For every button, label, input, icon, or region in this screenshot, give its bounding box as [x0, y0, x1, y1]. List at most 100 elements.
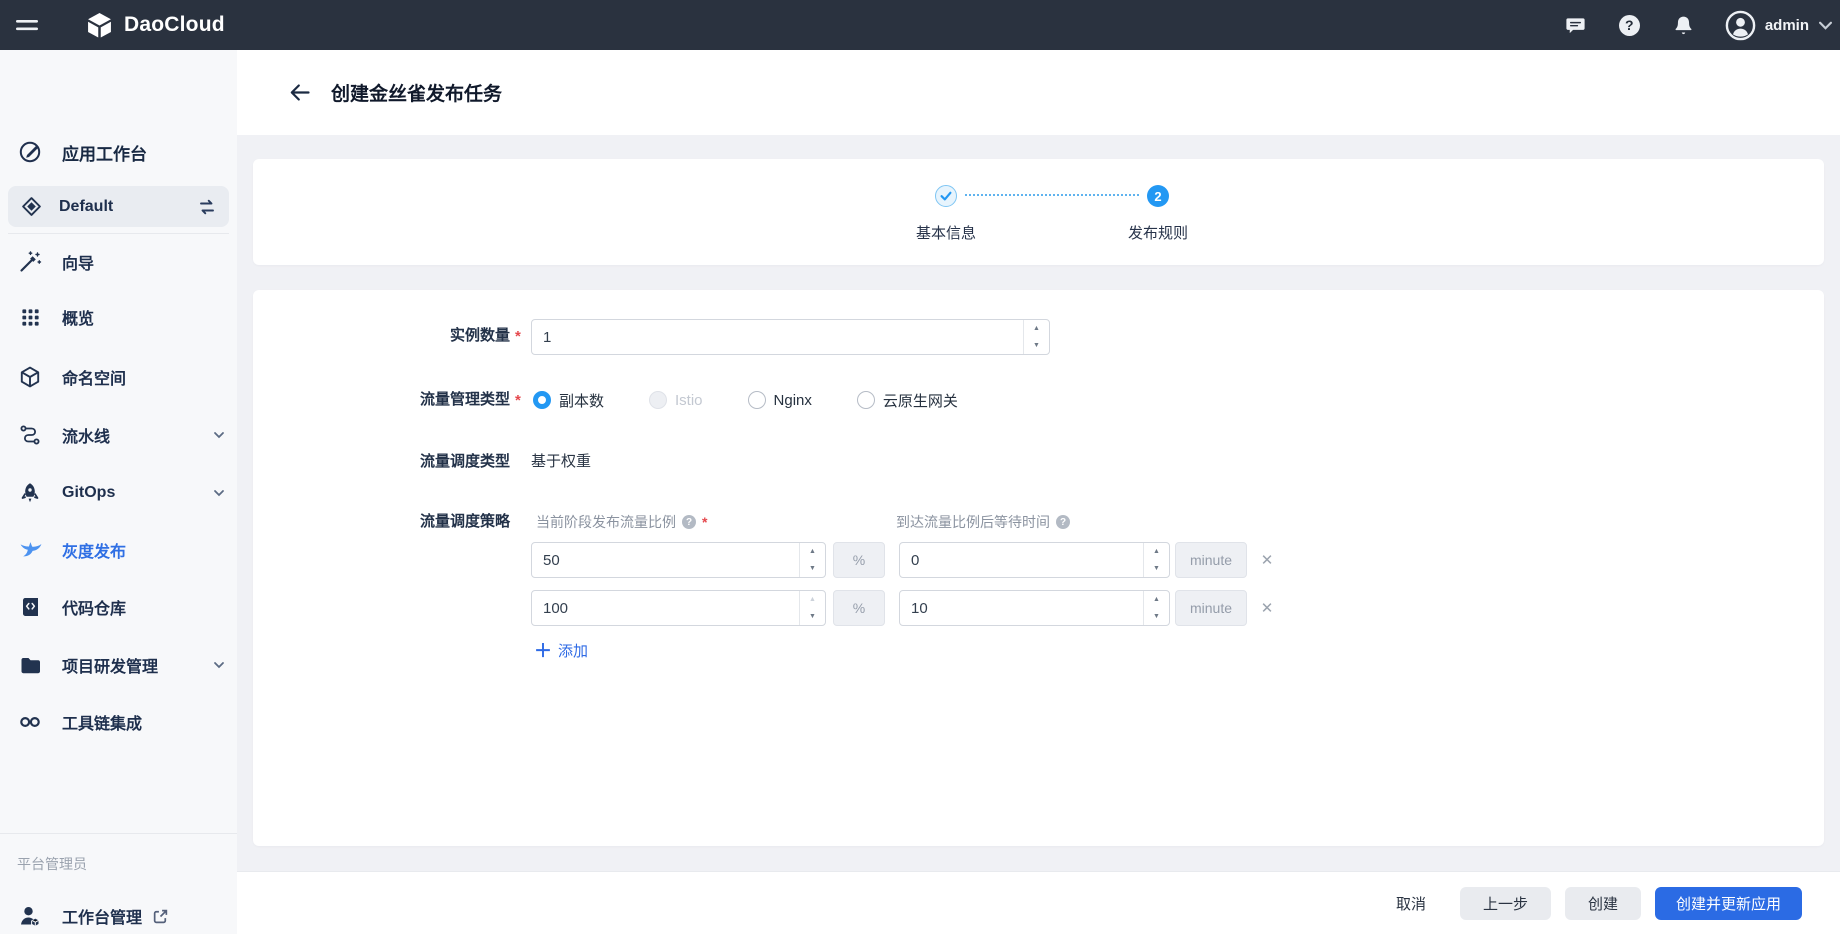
sidebar-item-label: 工具链集成	[62, 710, 142, 734]
remove-row-icon[interactable]: ✕	[1257, 550, 1277, 570]
radio-option-nginx[interactable]: Nginx	[748, 391, 812, 409]
workspace-selector-default[interactable]: Default	[8, 186, 229, 227]
radio-option-cloud-native-gateway[interactable]: 云原生网关	[857, 390, 958, 411]
radio-selected-icon[interactable]	[533, 391, 551, 409]
sidebar-item-label: 工作台管理	[62, 904, 142, 928]
app-root: DaoCloud ?	[0, 0, 1840, 934]
user-avatar[interactable]	[1725, 10, 1756, 41]
radio-label: Nginx	[774, 392, 812, 409]
topbar-actions: ? admin	[1564, 10, 1840, 41]
radio-label: Istio	[675, 392, 703, 409]
workspace-icon	[18, 196, 44, 217]
sidebar-section-label: 平台管理员	[17, 854, 87, 874]
sidebar-item-label: 代码仓库	[62, 595, 126, 619]
spinner-down-icon[interactable]: ▼	[1144, 608, 1169, 625]
cancel-button[interactable]: 取消	[1384, 887, 1438, 920]
required-mark: *	[702, 514, 707, 530]
number-spinner[interactable]: ▲ ▼	[799, 543, 825, 577]
messages-icon[interactable]	[1564, 14, 1587, 37]
strategy-row-ratio-field: ▲ ▼	[531, 542, 826, 578]
strategy-row-wait-field: ▲ ▼	[899, 542, 1170, 578]
spinner-down-icon[interactable]: ▼	[1144, 560, 1169, 577]
percent-unit-addon: %	[833, 590, 885, 626]
required-mark: *	[515, 327, 521, 347]
sidebar-divider	[8, 233, 229, 234]
brand-name: DaoCloud	[124, 13, 225, 37]
radio-label: 副本数	[559, 390, 604, 411]
radio-disabled-icon	[649, 391, 667, 409]
percent-unit-addon: %	[833, 542, 885, 578]
add-strategy-row-button[interactable]: ＋ 添加	[534, 640, 588, 661]
back-arrow-icon[interactable]	[288, 81, 311, 104]
column-header-label: 当前阶段发布流量比例	[536, 512, 676, 532]
number-spinner[interactable]: ▲ ▼	[1143, 591, 1169, 625]
infinity-icon	[17, 710, 43, 734]
spinner-up-icon[interactable]: ▲	[800, 543, 825, 560]
number-spinner[interactable]: ▲ ▼	[799, 591, 825, 625]
wait-input[interactable]	[899, 590, 1170, 626]
sidebar-item-project-management[interactable]: 项目研发管理	[0, 641, 237, 689]
instance-count-input[interactable]	[531, 319, 1050, 355]
sidebar-item-app-workbench[interactable]: 应用工作台	[0, 132, 237, 172]
sidebar: 应用工作台 Default	[0, 50, 238, 934]
instance-count-field: ▲ ▼	[531, 319, 1050, 355]
ratio-input[interactable]	[531, 590, 826, 626]
spinner-up-icon[interactable]: ▲	[1024, 320, 1049, 337]
plus-icon: ＋	[534, 642, 552, 660]
radio-option-replicas[interactable]: 副本数	[533, 390, 604, 411]
strategy-label: 流量调度策略	[253, 512, 510, 532]
spinner-down-icon[interactable]: ▼	[1024, 337, 1049, 354]
sidebar-item-namespace[interactable]: 命名空间	[0, 353, 237, 401]
create-button[interactable]: 创建	[1565, 887, 1641, 920]
sidebar-item-label: 命名空间	[62, 365, 126, 389]
radio-unselected-icon[interactable]	[748, 391, 766, 409]
main-content: 2 基本信息 发布规则 实例数量 * ▲ ▼ 流量管理类型 *	[237, 135, 1840, 872]
code-book-icon	[17, 596, 43, 618]
previous-step-button[interactable]: 上一步	[1460, 887, 1551, 920]
traffic-type-label: 流量管理类型	[253, 390, 510, 410]
sidebar-item-canary-release[interactable]: 灰度发布	[0, 526, 237, 574]
number-spinner[interactable]: ▲ ▼	[1143, 543, 1169, 577]
cube-icon	[17, 365, 43, 389]
chevron-down-icon	[213, 660, 225, 670]
username[interactable]: admin	[1765, 17, 1809, 34]
pipeline-icon	[17, 423, 43, 447]
sidebar-item-workbench-management[interactable]: 工作台管理	[0, 892, 237, 934]
footer-action-bar: 取消 上一步 创建 创建并更新应用	[237, 872, 1840, 934]
wand-icon	[17, 250, 43, 274]
help-tooltip-icon[interactable]: ?	[1056, 515, 1070, 529]
remove-row-icon[interactable]: ✕	[1257, 598, 1277, 618]
sidebar-item-overview[interactable]: 概览	[0, 293, 237, 341]
help-icon[interactable]: ?	[1619, 15, 1640, 36]
sidebar-item-label: 应用工作台	[62, 140, 147, 165]
number-spinner[interactable]: ▲ ▼	[1023, 320, 1049, 354]
spinner-down-icon[interactable]: ▼	[800, 560, 825, 577]
chevron-down-icon	[213, 488, 225, 498]
traffic-type-radio-group: 副本数 Istio Nginx 云原生网关	[533, 391, 958, 409]
help-tooltip-icon[interactable]: ?	[682, 515, 696, 529]
page-header: 创建金丝雀发布任务	[237, 50, 1840, 135]
switch-workspace-icon[interactable]	[197, 197, 217, 217]
notifications-bell-icon[interactable]	[1672, 14, 1695, 37]
sidebar-item-wizard[interactable]: 向导	[0, 238, 237, 286]
schedule-type-value: 基于权重	[531, 452, 591, 472]
radio-unselected-icon[interactable]	[857, 391, 875, 409]
spinner-up-icon[interactable]: ▲	[1144, 543, 1169, 560]
sidebar-item-toolchain[interactable]: 工具链集成	[0, 698, 237, 746]
wait-input[interactable]	[899, 542, 1170, 578]
sidebar-item-code-repo[interactable]: 代码仓库	[0, 583, 237, 631]
spinner-up-icon[interactable]: ▲	[1144, 591, 1169, 608]
topbar: DaoCloud ?	[0, 0, 1840, 50]
create-and-update-button[interactable]: 创建并更新应用	[1655, 887, 1802, 920]
sidebar-item-pipeline[interactable]: 流水线	[0, 411, 237, 459]
brand[interactable]: DaoCloud	[86, 12, 225, 39]
add-label: 添加	[558, 640, 588, 661]
user-menu-chevron-down-icon[interactable]	[1819, 21, 1832, 30]
ratio-input[interactable]	[531, 542, 826, 578]
spinner-down-icon[interactable]: ▼	[800, 608, 825, 625]
menu-toggle-icon[interactable]	[16, 16, 40, 34]
external-link-icon	[152, 908, 169, 925]
strategy-col-ratio-header: 当前阶段发布流量比例 ? *	[536, 514, 707, 530]
radio-option-istio: Istio	[649, 391, 703, 409]
sidebar-item-gitops[interactable]: GitOps	[0, 469, 237, 517]
